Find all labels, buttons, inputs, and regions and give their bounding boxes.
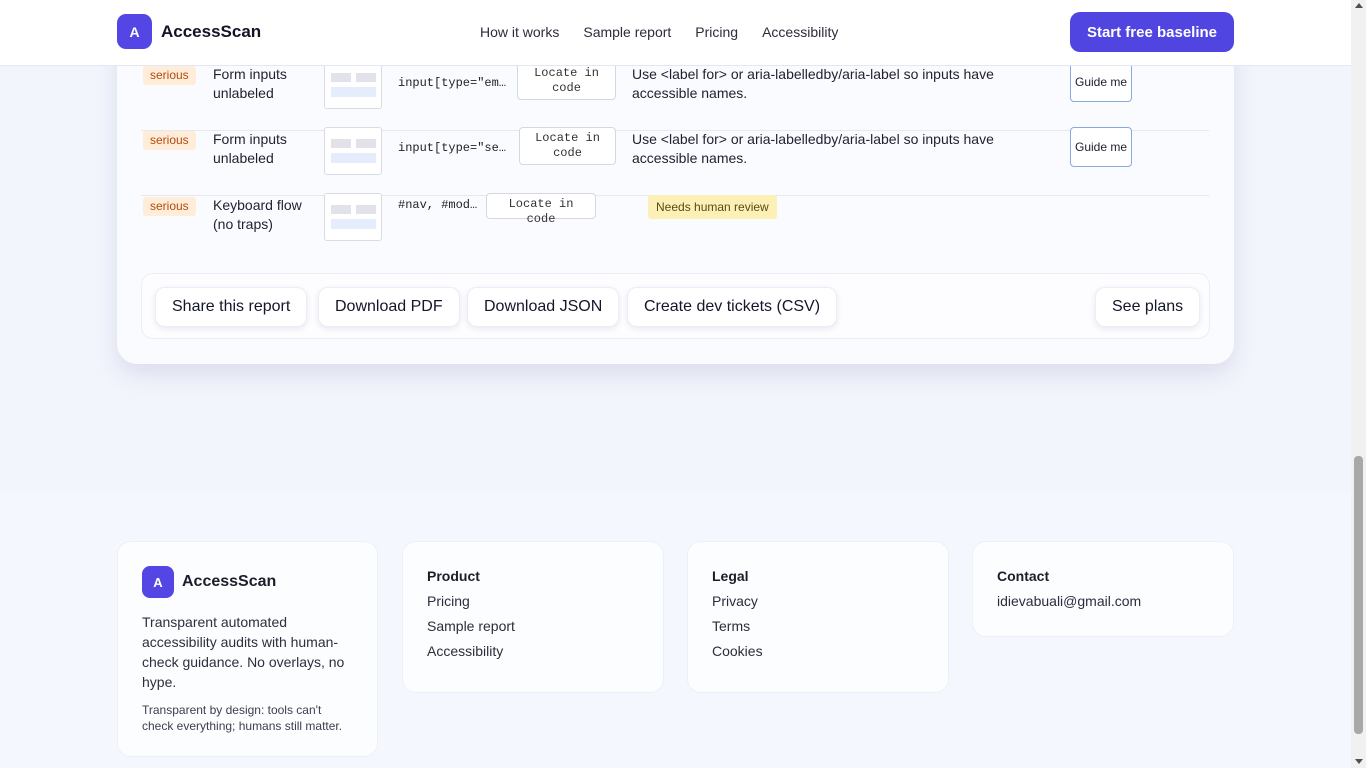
footer-brand-card: A AccessScan Transparent automated acces… (117, 541, 378, 757)
nav-accessibility[interactable]: Accessibility (762, 24, 838, 40)
issue-name: Form inputs unlabeled (213, 66, 287, 101)
table-row: serious Form inputs unlabeled input[type… (141, 61, 1209, 131)
footer-product-card: Product Pricing Sample report Accessibil… (402, 541, 664, 693)
footer-link-pricing[interactable]: Pricing (427, 593, 639, 609)
needs-review-badge: Needs human review (648, 195, 777, 219)
table-row: serious Form inputs unlabeled input[type… (141, 127, 1209, 196)
logo-icon: A (117, 14, 152, 49)
page: serious Form inputs unlabeled input[type… (0, 0, 1351, 768)
footer-contact-card: Contact idievabuali@gmail.com (972, 541, 1234, 637)
css-selector: input[type="email"] (398, 76, 508, 90)
footer-product-heading: Product (427, 568, 480, 584)
report-actions-bar: Share this report Download PDF Download … (141, 273, 1210, 339)
footer-contact-heading: Contact (997, 568, 1050, 584)
css-selector: #nav, #modal (398, 198, 483, 212)
footer-brand[interactable]: A AccessScan (142, 566, 353, 598)
footer-note: Transparent by design: tools can't check… (142, 703, 343, 733)
nav-sample-report[interactable]: Sample report (583, 24, 671, 40)
locate-in-code-button[interactable]: Locate in code (519, 127, 616, 165)
issue-name: Form inputs unlabeled (213, 131, 287, 166)
footer-tagline: Transparent automated accessibility audi… (142, 614, 345, 690)
severity-badge: serious (143, 197, 196, 216)
fix-guidance: Use <label for> or aria-labelledby/aria-… (632, 131, 994, 166)
download-json-button[interactable]: Download JSON (467, 287, 620, 327)
footer-link-privacy[interactable]: Privacy (712, 593, 924, 609)
css-selector: input[type="search"] (398, 141, 508, 155)
issue-name: Keyboard flow (no traps) (213, 197, 302, 232)
site-header: A AccessScan How it works Sample report … (0, 0, 1351, 66)
table-row: serious Keyboard flow (no traps) #nav, #… (141, 193, 1209, 262)
locate-in-code-button[interactable]: Locate in code (486, 193, 596, 226)
element-thumbnail (324, 127, 382, 175)
start-free-baseline-button[interactable]: Start free baseline (1070, 12, 1234, 52)
severity-badge: serious (143, 131, 196, 150)
footer-contact-email[interactable]: idievabuali@gmail.com (997, 593, 1209, 609)
create-dev-tickets-button[interactable]: Create dev tickets (CSV) (627, 287, 838, 327)
guide-me-button[interactable]: Guide me (1070, 127, 1132, 167)
severity-badge: serious (143, 66, 196, 85)
main-nav: How it works Sample report Pricing Acces… (480, 24, 838, 40)
vertical-scrollbar[interactable] (1351, 0, 1366, 768)
logo-icon: A (142, 566, 174, 598)
guide-me-button[interactable]: Guide me (1070, 62, 1132, 102)
scrollbar-thumb[interactable] (1354, 456, 1363, 734)
download-pdf-button[interactable]: Download PDF (318, 287, 460, 327)
footer-legal-card: Legal Privacy Terms Cookies (687, 541, 949, 693)
locate-in-code-button[interactable]: Locate in code (517, 62, 616, 100)
share-report-button[interactable]: Share this report (155, 287, 308, 327)
element-thumbnail (324, 193, 382, 241)
nav-pricing[interactable]: Pricing (695, 24, 738, 40)
footer-link-cookies[interactable]: Cookies (712, 643, 924, 659)
fix-guidance: Use <label for> or aria-labelledby/aria-… (632, 66, 994, 101)
scroll-down-arrow-icon[interactable] (1355, 759, 1363, 764)
footer-link-sample-report[interactable]: Sample report (427, 618, 639, 634)
brand-logo[interactable]: A AccessScan (117, 14, 261, 49)
footer-link-terms[interactable]: Terms (712, 618, 924, 634)
footer-legal-heading: Legal (712, 568, 749, 584)
footer-link-accessibility[interactable]: Accessibility (427, 643, 639, 659)
scroll-up-arrow-icon[interactable] (1355, 3, 1363, 8)
see-plans-button[interactable]: See plans (1095, 287, 1201, 327)
footer-brand-name: AccessScan (182, 573, 277, 590)
brand-name: AccessScan (161, 21, 262, 41)
element-thumbnail (324, 61, 382, 109)
site-footer: A AccessScan Transparent automated acces… (0, 493, 1351, 768)
nav-how-it-works[interactable]: How it works (480, 24, 559, 40)
